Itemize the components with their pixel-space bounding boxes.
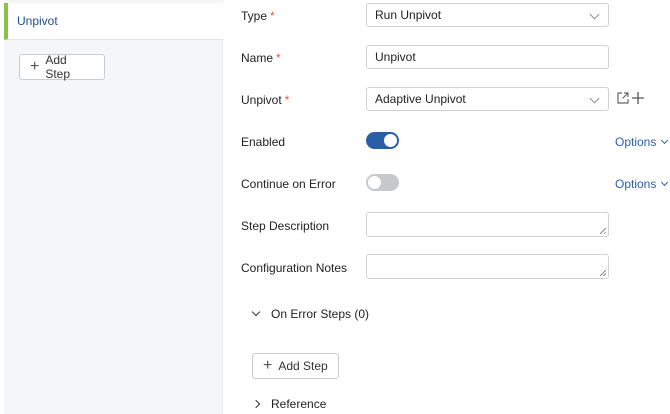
add-step-button[interactable]: + Add Step xyxy=(19,53,105,81)
continue-on-error-options-link[interactable]: Options xyxy=(615,177,669,191)
configuration-notes-textarea[interactable] xyxy=(366,254,609,279)
add-icon[interactable] xyxy=(631,91,645,105)
step-item-unpivot[interactable]: Unpivot xyxy=(4,3,223,40)
enabled-toggle[interactable] xyxy=(366,132,399,149)
plus-icon: + xyxy=(263,357,273,374)
open-external-icon[interactable] xyxy=(616,91,630,105)
add-step-label: Add Step xyxy=(45,53,71,81)
steps-sidebar: Unpivot + Add Step xyxy=(4,0,223,414)
add-step-label: Add Step xyxy=(278,359,328,373)
name-input[interactable]: Unpivot xyxy=(366,45,609,69)
on-error-steps-label: On Error Steps (0) xyxy=(271,307,370,321)
chevron-down-icon xyxy=(251,307,261,317)
enabled-options-link[interactable]: Options xyxy=(615,135,669,149)
unpivot-value: Adaptive Unpivot xyxy=(375,92,466,106)
reference-toggle[interactable]: Reference xyxy=(251,397,327,411)
toggle-knob xyxy=(368,176,381,189)
continue-on-error-toggle[interactable] xyxy=(366,174,399,191)
chevron-down-icon xyxy=(589,93,600,104)
type-label: Type * xyxy=(241,9,275,23)
chevron-down-icon xyxy=(661,178,669,187)
resize-handle-icon[interactable] xyxy=(600,228,606,234)
step-description-textarea[interactable] xyxy=(366,212,609,237)
chevron-right-icon xyxy=(251,399,261,409)
enabled-label: Enabled xyxy=(241,135,286,149)
configuration-notes-label: Configuration Notes xyxy=(241,261,348,275)
unpivot-label: Unpivot * xyxy=(241,93,290,107)
name-value: Unpivot xyxy=(375,50,416,64)
chevron-down-icon xyxy=(589,9,600,20)
step-item-label: Unpivot xyxy=(17,14,58,28)
step-description-label: Step Description xyxy=(241,219,330,233)
continue-on-error-label: Continue on Error xyxy=(241,177,336,191)
type-value: Run Unpivot xyxy=(375,8,442,22)
resize-handle-icon[interactable] xyxy=(600,270,606,276)
reference-label: Reference xyxy=(271,397,327,411)
on-error-add-step-button[interactable]: + Add Step xyxy=(252,353,339,379)
unpivot-select[interactable]: Adaptive Unpivot xyxy=(366,87,609,111)
chevron-down-icon xyxy=(661,136,669,145)
toggle-knob xyxy=(384,134,397,147)
on-error-steps-toggle[interactable]: On Error Steps (0) xyxy=(251,307,370,321)
name-label: Name * xyxy=(241,51,281,65)
type-select[interactable]: Run Unpivot xyxy=(366,3,609,27)
plus-icon: + xyxy=(30,58,40,75)
